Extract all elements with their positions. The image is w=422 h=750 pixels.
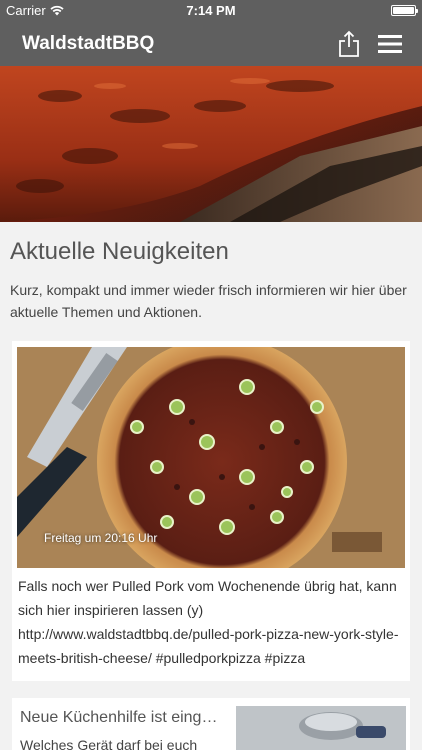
hero-image	[0, 66, 422, 222]
post-text: Welches Gerät darf bei euch	[20, 737, 198, 750]
post-text: Falls noch wer Pulled Pork vom Wochenend…	[18, 578, 399, 666]
post-title: Neue Küchenhilfe ist eing…	[20, 709, 218, 726]
post-timestamp: Freitag um 20:16 Uhr	[44, 531, 158, 545]
battery-icon	[391, 5, 418, 16]
share-icon[interactable]	[337, 30, 361, 58]
post-thumbnail[interactable]	[236, 706, 406, 750]
section-title: Aktuelle Neuigkeiten	[10, 238, 229, 265]
section-intro: Kurz, kompakt und immer wieder frisch in…	[10, 282, 407, 320]
clock: 7:14 PM	[186, 3, 236, 18]
hamburger-menu-icon[interactable]	[378, 33, 402, 55]
nav-bar: WaldstadtBBQ	[0, 22, 422, 66]
status-bar: Carrier 7:14 PM	[0, 0, 422, 22]
app-title: WaldstadtBBQ	[22, 33, 155, 54]
